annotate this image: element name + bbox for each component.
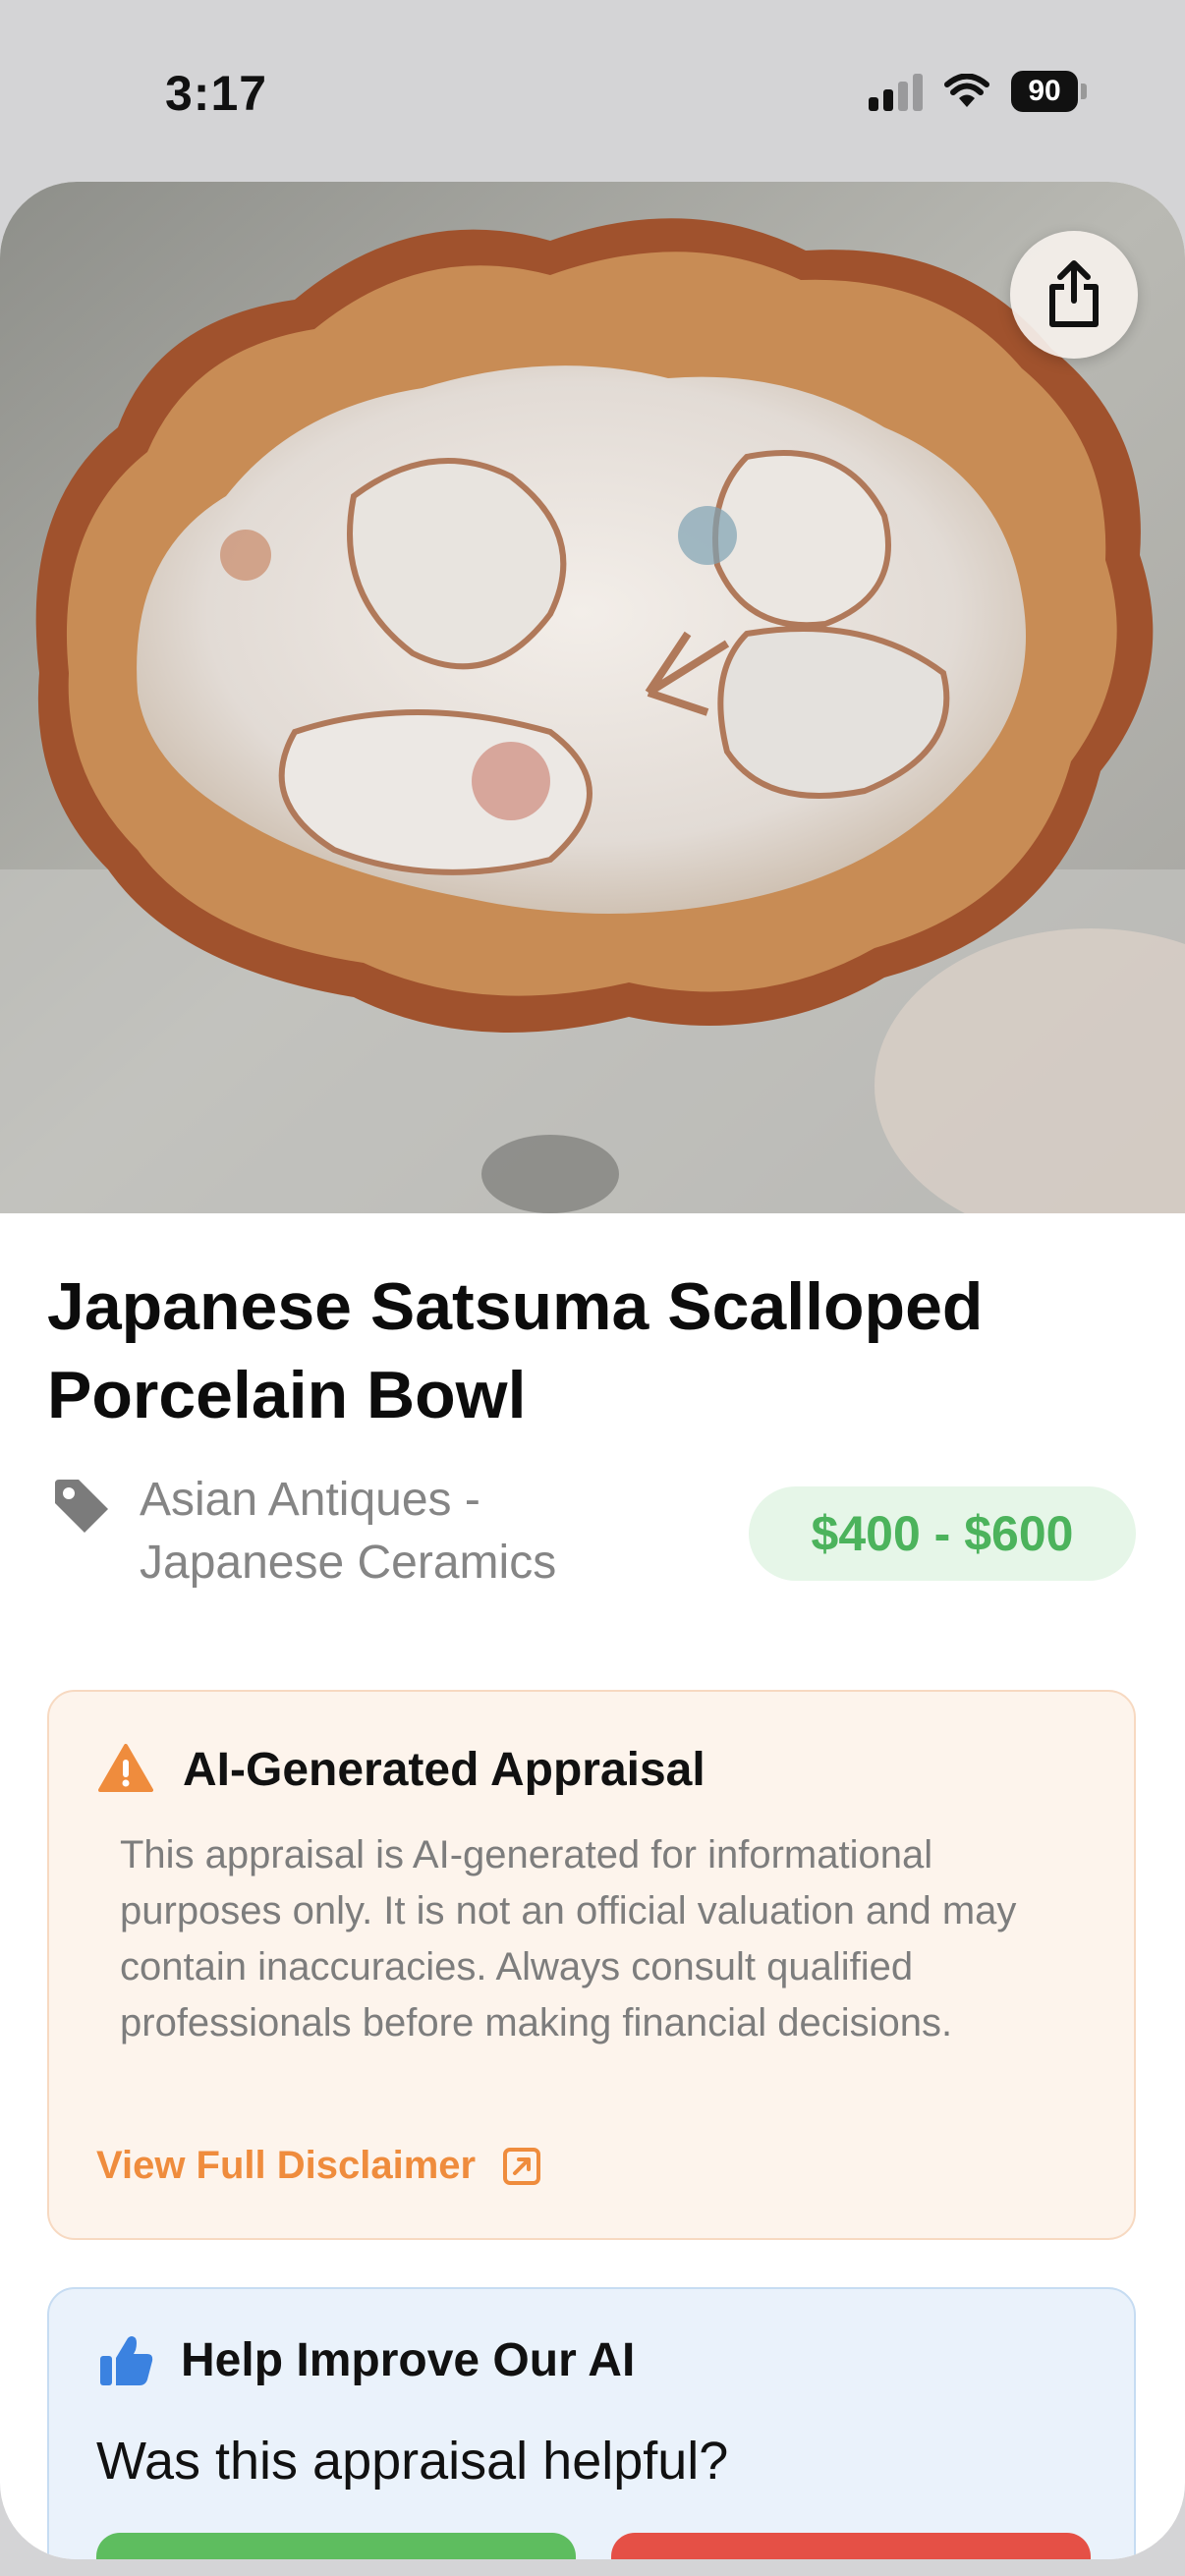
tag-icon (55, 1480, 108, 1533)
item-title: Japanese Satsuma Scalloped Porcelain Bow… (47, 1269, 984, 1432)
price-range-badge: $400 - $600 (749, 1486, 1136, 1581)
appraisal-detail-sheet[interactable]: Japanese Satsuma Scalloped Porcelain Bow… (0, 182, 1185, 2559)
battery-icon: 90 (1011, 71, 1087, 112)
ai-disclaimer-card: AI-Generated Appraisal This appraisal is… (47, 1690, 1136, 2240)
status-icons: 90 (869, 71, 1087, 112)
status-time: 3:17 (165, 66, 268, 121)
helpful-yes-button[interactable] (96, 2533, 576, 2559)
battery-level: 90 (1011, 71, 1078, 112)
disclaimer-text: This appraisal is AI-generated for infor… (120, 1833, 1017, 2044)
item-photo (0, 182, 1185, 1213)
feedback-question: Was this appraisal helpful? (96, 2432, 729, 2491)
external-link-icon (503, 2147, 541, 2185)
helpful-no-button[interactable] (611, 2533, 1091, 2559)
share-button[interactable] (1010, 231, 1138, 359)
warning-icon (98, 1744, 153, 1792)
view-full-disclaimer-link[interactable]: View Full Disclaimer (96, 2144, 542, 2188)
feedback-title: Help Improve Our AI (181, 2334, 636, 2386)
feedback-card: Help Improve Our AI Was this appraisal h… (47, 2287, 1136, 2559)
wifi-icon (944, 74, 989, 107)
category-line-2: Japanese Ceramics (140, 1537, 557, 1589)
item-category: Asian Antiques - Japanese Ceramics (140, 1469, 650, 1595)
status-bar: 3:17 90 (0, 0, 1185, 187)
share-icon (1049, 260, 1099, 327)
thumbs-up-icon (100, 2336, 153, 2385)
disclaimer-link-label: View Full Disclaimer (96, 2144, 477, 2187)
disclaimer-title: AI-Generated Appraisal (183, 1744, 705, 1796)
category-line-1: Asian Antiques - (140, 1474, 480, 1526)
cellular-signal-icon (869, 72, 923, 111)
